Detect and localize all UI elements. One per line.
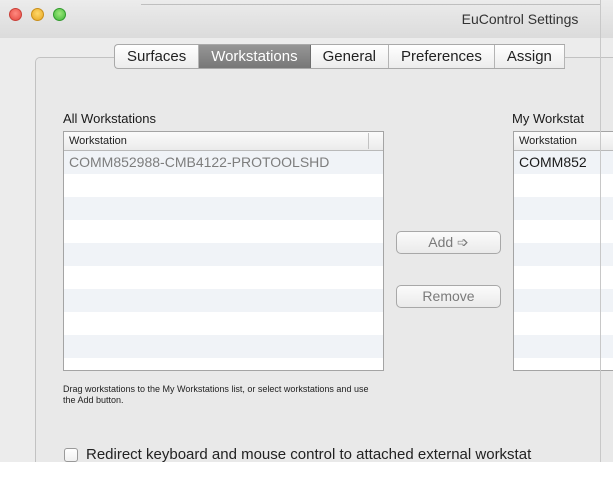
list-item[interactable] — [64, 197, 383, 220]
list-item[interactable] — [64, 220, 383, 243]
list-item[interactable] — [514, 174, 613, 197]
list-item[interactable]: COMM852 — [514, 151, 613, 174]
tab-general[interactable]: General — [311, 45, 389, 68]
all-workstations-rows: COMM852988-CMB4122-PROTOOLSHD — [64, 151, 383, 370]
list-item[interactable] — [514, 358, 613, 370]
list-item[interactable] — [514, 220, 613, 243]
redirect-control-label[interactable]: Redirect keyboard and mouse control to a… — [86, 446, 531, 462]
remove-button[interactable]: Remove — [396, 285, 501, 308]
close-window-button[interactable] — [9, 8, 22, 21]
column-divider — [368, 133, 369, 149]
tab-workstations[interactable]: Workstations — [199, 45, 311, 68]
drag-hint-text: Drag workstations to the My Workstations… — [63, 384, 369, 405]
list-item[interactable] — [64, 335, 383, 358]
column-header-label: Workstation — [519, 135, 577, 147]
settings-tabs: Surfaces Workstations General Preference… — [114, 44, 565, 69]
list-item[interactable] — [514, 312, 613, 335]
all-workstations-list[interactable]: Workstation COMM852988-CMB4122-PROTOOLSH… — [63, 131, 384, 371]
my-workstations-label: My Workstat — [512, 111, 584, 126]
window-edge — [600, 0, 601, 462]
title-bar[interactable]: EuControl Settings — [0, 0, 613, 38]
redirect-control-checkbox[interactable] — [64, 448, 78, 462]
all-workstations-label: All Workstations — [63, 111, 156, 126]
column-header-label: Workstation — [69, 135, 127, 147]
list-item[interactable] — [514, 243, 613, 266]
list-item[interactable] — [64, 312, 383, 335]
settings-window: EuControl Settings Surfaces Workstations… — [0, 0, 613, 462]
list-item[interactable] — [64, 174, 383, 197]
my-workstations-rows: COMM852 — [514, 151, 613, 370]
list-item[interactable]: COMM852988-CMB4122-PROTOOLSHD — [64, 151, 383, 174]
title-bar-divider — [141, 4, 601, 5]
list-item[interactable] — [64, 243, 383, 266]
minimize-window-button[interactable] — [31, 8, 44, 21]
tab-preferences[interactable]: Preferences — [389, 45, 495, 68]
list-item[interactable] — [64, 266, 383, 289]
add-button[interactable]: Add ➩ — [396, 231, 501, 254]
list-item[interactable] — [514, 335, 613, 358]
tab-surfaces[interactable]: Surfaces — [115, 45, 200, 68]
my-workstations-list[interactable]: Workstation COMM852 — [513, 131, 613, 371]
zoom-window-button[interactable] — [53, 8, 66, 21]
list-item[interactable] — [514, 266, 613, 289]
list-item[interactable] — [514, 289, 613, 312]
my-workstations-column-header[interactable]: Workstation — [514, 132, 613, 151]
list-item[interactable] — [64, 289, 383, 312]
all-workstations-column-header[interactable]: Workstation — [64, 132, 383, 151]
tab-assign[interactable]: Assign — [495, 45, 565, 68]
list-item[interactable] — [64, 358, 383, 370]
window-title: EuControl Settings — [461, 11, 579, 27]
list-item[interactable] — [514, 197, 613, 220]
